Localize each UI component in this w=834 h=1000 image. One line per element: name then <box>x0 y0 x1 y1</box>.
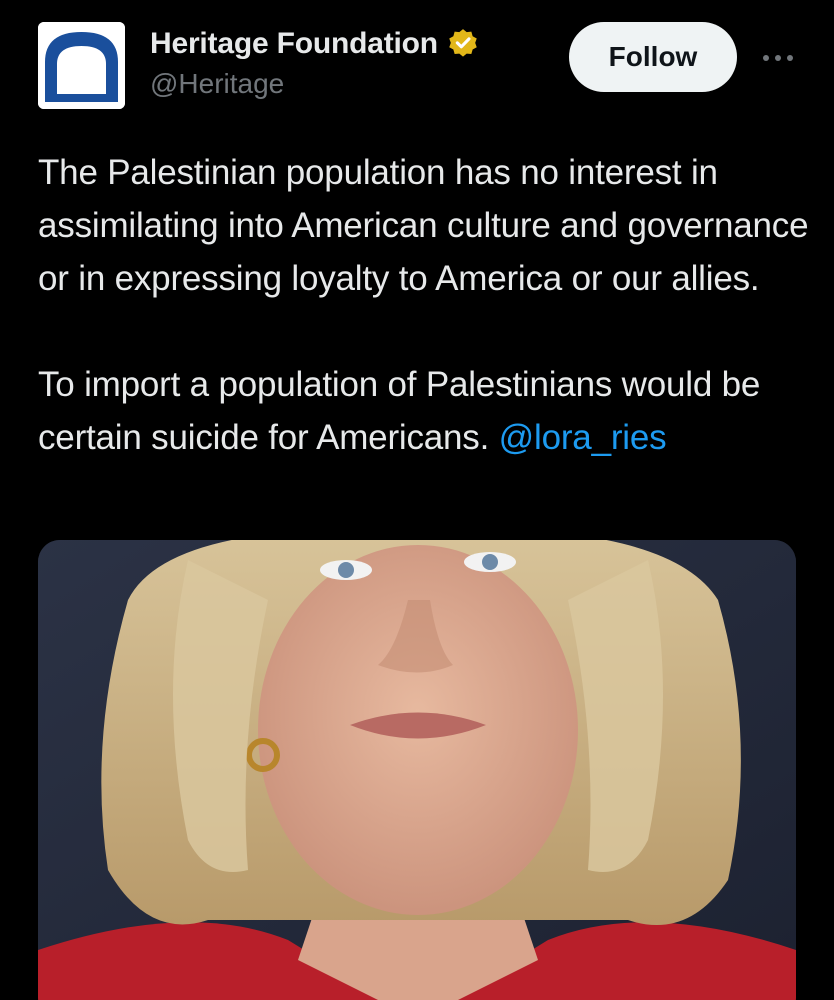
author-display-name[interactable]: Heritage Foundation <box>150 27 438 61</box>
portrait-photo <box>38 540 796 1000</box>
tweet-paragraph-2: To import a population of Palestinians w… <box>38 358 818 464</box>
more-dot <box>763 55 769 61</box>
more-dot <box>787 55 793 61</box>
more-options-icon[interactable] <box>758 40 798 76</box>
tweet-photo[interactable] <box>38 540 796 1000</box>
gold-verified-icon[interactable] <box>446 27 480 61</box>
author-handle[interactable]: @Heritage <box>150 68 480 100</box>
mention-link[interactable]: @lora_ries <box>499 418 667 457</box>
tweet-card: Heritage Foundation @Heritage Follow The… <box>0 0 834 1000</box>
follow-button[interactable]: Follow <box>569 22 737 92</box>
display-name-row: Heritage Foundation <box>150 24 480 64</box>
author-info: Heritage Foundation @Heritage <box>150 24 480 100</box>
tweet-text: The Palestinian population has no intere… <box>38 146 818 464</box>
tweet-paragraph-1: The Palestinian population has no intere… <box>38 153 809 298</box>
liberty-bell-logo-icon <box>38 22 125 109</box>
author-avatar[interactable] <box>38 22 125 109</box>
more-dot <box>775 55 781 61</box>
